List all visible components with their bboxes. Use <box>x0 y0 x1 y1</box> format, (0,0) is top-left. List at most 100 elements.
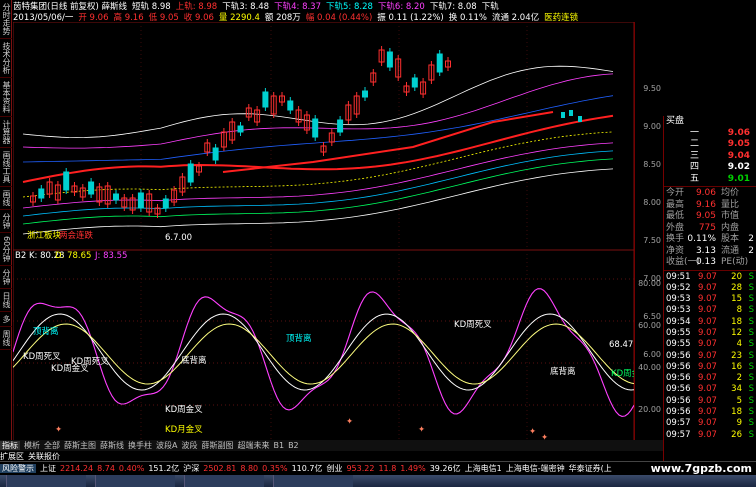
orderbook-price: 9.02 <box>727 162 750 172</box>
orderbook-row[interactable]: 二 9.05 <box>664 139 756 151</box>
tick-direction: S <box>748 407 754 418</box>
signal-label: KD周金 <box>611 368 634 379</box>
quote-value: 9.06 <box>695 188 716 198</box>
quote-key: 最低 <box>666 211 685 221</box>
indicator-header: D: 78.65 <box>55 251 91 261</box>
left-tab[interactable]: 周线 <box>0 327 12 351</box>
orderbook-row[interactable]: 一 9.06 <box>664 128 756 140</box>
tick-row: 09:56 9.07 16 S <box>664 362 756 373</box>
candle-body <box>362 90 368 98</box>
orderbook-row[interactable]: 四 9.02 <box>664 162 756 174</box>
orderbook-level: 一 <box>690 127 700 138</box>
tick-direction: S <box>748 316 754 327</box>
indicator-tab[interactable]: 超端未来 <box>237 441 269 450</box>
board-label: 两会连跌 <box>59 230 94 241</box>
tick-time: 09:53 <box>666 294 691 305</box>
orderbook-price: 9.05 <box>727 139 750 149</box>
kline-chart[interactable]: 浙江板块两会连跌 6.7.00B2 K: 80.28D: 78.65 J: 83.5… <box>13 22 634 459</box>
tick-time: 09:51 <box>666 271 691 282</box>
signal-label: 顶背离 <box>286 333 312 344</box>
status-field: 2502.81 <box>203 464 237 473</box>
status-field: 0.40% <box>118 464 145 473</box>
candle-body <box>337 119 344 133</box>
taskbar-item[interactable] <box>272 475 353 487</box>
quote-key: 均价 <box>721 188 740 198</box>
tick-row: 09:54 9.07 18 S <box>664 317 756 328</box>
left-tab[interactable]: 60分钟 <box>0 233 12 267</box>
orderbook-level: 五 <box>690 173 700 184</box>
indicator-tab[interactable]: 全部 <box>44 441 60 450</box>
tick-direction: S <box>748 395 754 406</box>
left-tab[interactable]: 画线 <box>0 187 12 210</box>
left-tab[interactable]: 基本资料 <box>0 78 12 117</box>
quote-key: PE(动) <box>721 257 749 267</box>
quote-row: 净资 3.13 流通 2 <box>664 246 756 258</box>
extension-tab[interactable]: 关联报价 <box>28 452 60 461</box>
price-axis-label: 60.00 <box>638 321 661 330</box>
indicator-tab[interactable]: 指标 <box>0 441 20 450</box>
candle-body <box>436 53 443 73</box>
extension-tab[interactable]: 扩展区 <box>0 452 24 461</box>
candle-body <box>38 188 45 199</box>
left-tab-strip: 分时走势 技术分析 基本资料 计算器 画线工具 画线 分钟 60分钟 分钟 日线多周线 <box>0 0 12 470</box>
tick-price: 9.07 <box>698 407 717 418</box>
candle-body <box>162 198 169 209</box>
tick-row: 09:56 9.07 2 S <box>664 373 756 384</box>
orderbook-level: 四 <box>690 162 700 172</box>
status-field: 8.80 <box>240 464 259 473</box>
indicator-tab[interactable]: 波段A <box>156 441 177 450</box>
tick-direction: S <box>748 327 754 338</box>
left-tab[interactable]: 分钟 <box>0 210 12 233</box>
left-tab[interactable]: 多 <box>0 312 12 328</box>
left-tab[interactable]: 分钟 <box>0 266 12 290</box>
tick-volume: 23 <box>731 350 742 361</box>
tick-row: 09:51 9.07 20 S <box>664 272 756 283</box>
candle-body <box>137 192 144 209</box>
tick-price: 9.07 <box>698 429 717 440</box>
tick-direction: S <box>748 339 754 350</box>
band-3 <box>22 142 614 209</box>
indicator-tabs: 指标 模析 全部 薛斯主图 薛斯线 换手柱 波段A 波段 薛斯副图 超端未来 B1 B2 <box>0 440 663 451</box>
left-tab[interactable]: 技术分析 <box>0 39 12 78</box>
left-tab[interactable]: 画线工具 <box>0 148 12 187</box>
tick-row: 09:53 9.07 8 S <box>664 305 756 316</box>
tick-price: 9.07 <box>698 327 717 338</box>
tick-direction: S <box>748 271 754 282</box>
tick-time: 09:55 <box>666 339 691 350</box>
quote-panel: 买盘一 9.06 二 9.05 三 9.04 四 9.02 五 9.01 今开 9.06 均价 最高 9.… <box>663 116 756 471</box>
indicator-tab[interactable]: 模析 <box>24 441 40 450</box>
left-tab[interactable]: 分时走势 <box>0 0 12 39</box>
indicator-tab[interactable]: B2 <box>288 441 299 450</box>
orderbook-row[interactable]: 三 9.04 <box>664 151 756 163</box>
indicator-frame <box>13 249 634 459</box>
taskbar-item[interactable] <box>183 475 264 487</box>
taskbar-item[interactable] <box>6 475 86 487</box>
indicator-tab[interactable]: 薛斯线 <box>100 441 124 450</box>
orderbook-title: 买盘 <box>666 116 685 126</box>
tick-volume: 5 <box>736 395 742 406</box>
orderbook-row[interactable]: 五 9.01 <box>664 174 756 186</box>
chart-header-line2: 2013/05/06/一开 9.06 高 9.16 低 9.05 收 9.06 量 22… <box>13 11 583 23</box>
left-tab[interactable]: 计算器 <box>0 117 12 148</box>
tick-list[interactable]: 09:51 9.07 20 S 09:52 9.07 28 S 09:53 9.07 15 S 09:5… <box>664 272 756 441</box>
candle-body <box>88 181 95 195</box>
price-axis-label: 80.00 <box>638 279 661 288</box>
status-field: 8.74 <box>97 464 115 473</box>
taskbar-item[interactable] <box>94 475 175 487</box>
tick-time: 09:57 <box>666 429 691 440</box>
signal-label: 顶背离 <box>33 326 59 337</box>
indicator-tab[interactable]: 换手柱 <box>128 441 152 450</box>
indicator-tab[interactable]: 薛斯主图 <box>64 441 96 450</box>
left-tab[interactable]: 日线 <box>0 289 12 313</box>
tick-direction: S <box>748 429 754 440</box>
quote-value: 0.13 <box>695 257 716 267</box>
candle-body <box>411 77 418 88</box>
quote-value: 2 <box>748 245 754 256</box>
indicator-tab[interactable]: 薛斯副图 <box>201 441 233 450</box>
signal-star-icon: ✦ <box>346 417 353 427</box>
status-field: 创业 <box>326 464 343 473</box>
tick-row: 09:55 9.07 4 S <box>664 339 756 350</box>
indicator-tab[interactable]: B1 <box>273 441 284 450</box>
indicator-tab[interactable]: 波段 <box>181 441 197 450</box>
tick-price: 9.07 <box>698 294 717 305</box>
